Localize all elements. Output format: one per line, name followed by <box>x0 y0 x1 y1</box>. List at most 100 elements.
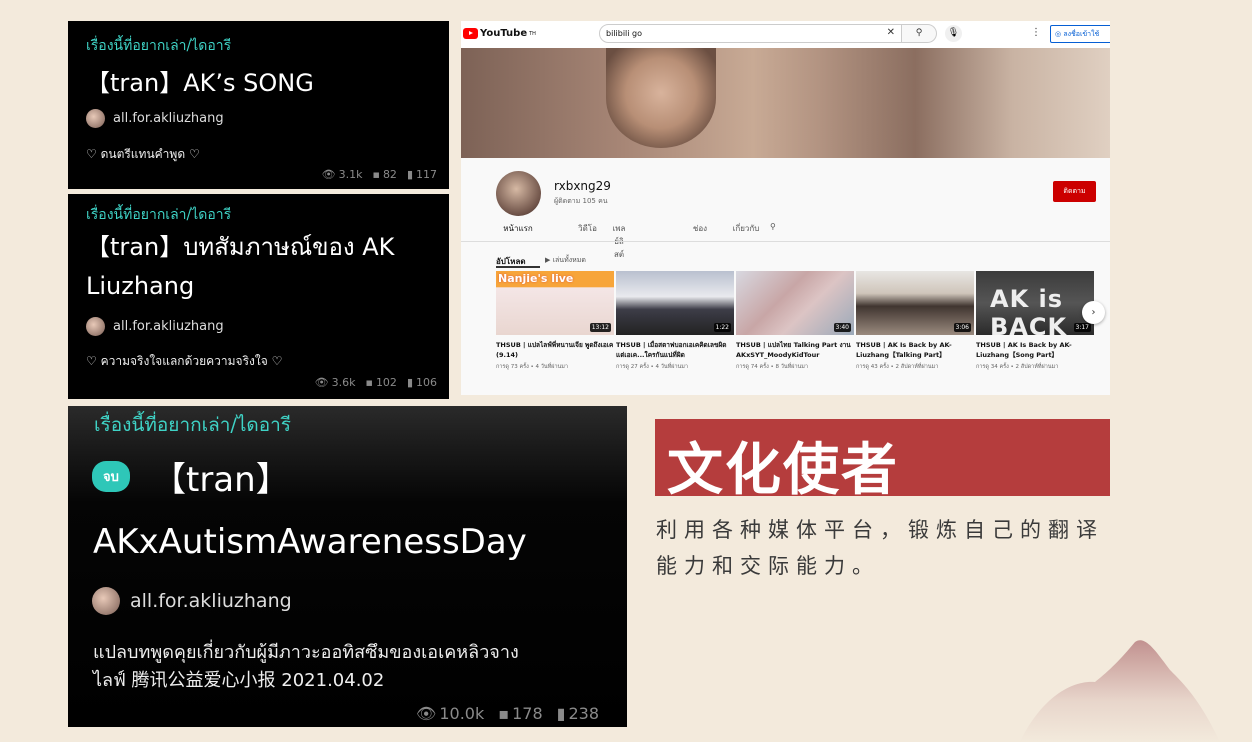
card-stats: 👁 10.0k ▪ 178 ▮ 238 <box>416 704 599 723</box>
book-icon: ▮ <box>556 704 566 723</box>
card-author[interactable]: all.for.akliuzhang <box>92 587 292 615</box>
youtube-topbar: YouTube TH bilibili go ✕ ⚲ 🎙 ⋮ ◎ ลงชื่อเ… <box>461 21 1110 48</box>
video-meta: การดู 43 ครั้ง • 2 สัปดาห์ที่ผ่านมา <box>856 364 939 370</box>
card-stats: 👁 3.1k ▪ 82 ▮ 117 <box>322 168 437 181</box>
video-item[interactable]: Nanjie's live 13:12 THSUB | แปลไลฟ์พี่หนา… <box>496 271 614 371</box>
card-category: เรื่องนี้ที่อยากเล่า/ไดอารี <box>86 38 232 54</box>
chevron-right-icon[interactable]: › <box>1082 301 1105 324</box>
views-stat: 👁 3.6k <box>314 376 356 389</box>
video-meta: การดู 73 ครั้ง • 4 วันที่ผ่านมา <box>496 364 569 370</box>
author-name: all.for.akliuzhang <box>113 111 224 126</box>
play-icon: ▶ <box>545 256 551 264</box>
envoy-title: 文化使者 <box>667 438 899 503</box>
video-thumbnail[interactable]: Nanjie's live 13:12 <box>496 271 614 335</box>
story-card-autism-awareness[interactable]: เรื่องนี้ที่อยากเล่า/ไดอารี จบ 【tran】 AK… <box>68 406 627 727</box>
card-title: 【tran】บทสัมภาษณ์ของ AK Liuzhang <box>86 233 395 300</box>
youtube-channel-screenshot: YouTube TH bilibili go ✕ ⚲ 🎙 ⋮ ◎ ลงชื่อเ… <box>461 21 1110 395</box>
channel-avatar[interactable] <box>496 171 541 216</box>
card-description: ♡ ดนตรีแทนคำพูด ♡ <box>86 147 200 161</box>
envoy-description: 利用各种媒体平台，锻炼自己的翻译能力和交际能力。 <box>656 518 1104 578</box>
tab-divider <box>461 241 1110 242</box>
youtube-logo[interactable]: YouTube TH <box>463 28 536 39</box>
avatar <box>92 587 120 615</box>
author-name: all.for.akliuzhang <box>113 319 224 334</box>
story-card-aks-song[interactable]: เรื่องนี้ที่อยากเล่า/ไดอารี 【tran】AK’s S… <box>68 21 449 189</box>
close-icon[interactable]: ✕ <box>887 27 895 38</box>
views-stat: 👁 10.0k <box>416 704 485 723</box>
card-author[interactable]: all.for.akliuzhang <box>86 109 224 128</box>
card-category: เรื่องนี้ที่อยากเล่า/ไดอารี <box>94 414 292 436</box>
video-title[interactable]: THSUB | แปลไทย Talking Part งาน AKxSYT_M… <box>736 340 854 360</box>
eye-icon: 👁 <box>321 168 336 181</box>
comments-stat: ▪ 178 <box>498 704 543 723</box>
video-title[interactable]: THSUB | เมื่อสตาฟบอกเอเคคิดเลขผิด แต่เอเ… <box>616 340 734 360</box>
comments-stat: ▪ 82 <box>372 168 397 181</box>
views-stat: 👁 3.1k <box>321 168 363 181</box>
comment-icon: ▪ <box>498 704 510 723</box>
video-duration: 3:17 <box>1073 323 1091 332</box>
video-thumbnail[interactable]: 1:22 <box>616 271 734 335</box>
subscribe-button[interactable]: ติดตาม <box>1053 181 1096 202</box>
comments-stat: ▪ 102 <box>365 376 397 389</box>
completed-badge: จบ <box>92 461 130 492</box>
video-thumbnail[interactable]: 3:06 <box>856 271 974 335</box>
mountain-decoration <box>1020 640 1220 742</box>
tab-playlists[interactable]: เพลย์ลิสต์ <box>612 222 626 268</box>
eye-icon: 👁 <box>416 704 437 723</box>
search-icon[interactable]: ⚲ <box>770 222 776 268</box>
video-thumbnail[interactable]: 3:40 <box>736 271 854 335</box>
subscriber-count: ผู้ติดตาม 105 คน <box>554 197 608 205</box>
video-item[interactable]: 3:40 THSUB | แปลไทย Talking Part งาน AKx… <box>736 271 854 371</box>
sign-in-button[interactable]: ◎ ลงชื่อเข้าใช้ <box>1050 25 1110 43</box>
video-thumbnail[interactable]: AK is BACK 3:17 <box>976 271 1094 335</box>
video-item[interactable]: 1:22 THSUB | เมื่อสตาฟบอกเอเคคิดเลขผิด แ… <box>616 271 734 371</box>
channel-banner <box>461 48 1110 158</box>
description-line1: แปลบทพูดคุยเกี่ยวกับผู้มีภาวะออทิสซึมของ… <box>93 642 519 663</box>
book-icon: ▮ <box>406 376 413 389</box>
description-line2: ไลฟ์ 腾讯公益爱心小报 2021.04.02 <box>93 670 385 691</box>
pages-stat: ▮ 106 <box>406 376 437 389</box>
uploads-heading: อัปโหลด <box>496 257 526 266</box>
video-duration: 3:06 <box>953 323 971 332</box>
story-card-interview[interactable]: เรื่องนี้ที่อยากเล่า/ไดอารี 【tran】บทสัมภ… <box>68 194 449 399</box>
book-icon: ▮ <box>406 168 413 181</box>
channel-name: rxbxng29 <box>554 179 611 193</box>
comment-icon: ▪ <box>372 168 380 181</box>
video-item[interactable]: 3:06 THSUB | AK Is Back by AK-Liuzhang【T… <box>856 271 974 371</box>
avatar <box>86 317 105 336</box>
video-meta: การดู 34 ครั้ง • 2 สัปดาห์ที่ผ่านมา <box>976 364 1059 370</box>
author-name: all.for.akliuzhang <box>130 590 292 612</box>
card-author[interactable]: all.for.akliuzhang <box>86 317 224 336</box>
pages-stat: ▮ 238 <box>556 704 599 723</box>
channel-tabs: หน้าแรก วิดีโอ เพลย์ลิสต์ ช่อง เกี่ยวกับ… <box>496 222 776 268</box>
card-title-line2: AKxAutismAwarenessDay <box>93 522 527 562</box>
avatar <box>86 109 105 128</box>
card-category: เรื่องนี้ที่อยากเล่า/ไดอารี <box>86 207 232 223</box>
card-description: แปลบทพูดคุยเกี่ยวกับผู้มีภาวะออทิสซึมของ… <box>93 639 613 695</box>
more-options-icon[interactable]: ⋮ <box>1031 27 1041 38</box>
card-title: 【tran】AK’s SONG <box>86 69 314 97</box>
comment-icon: ▪ <box>365 376 373 389</box>
mic-icon: 🎙 <box>947 28 960 38</box>
search-input[interactable]: bilibili go ✕ <box>599 24 902 43</box>
video-title[interactable]: THSUB | แปลไลฟ์พี่หนานเจีย พูดถึงเอเค (9… <box>496 340 614 360</box>
culture-envoy-banner: 文化使者 <box>655 419 1110 503</box>
search-button[interactable]: ⚲ <box>902 24 937 43</box>
video-duration: 1:22 <box>713 323 731 332</box>
card-stats: 👁 3.6k ▪ 102 ▮ 106 <box>315 376 437 389</box>
video-duration: 13:12 <box>589 323 611 332</box>
card-title-line1: 【tran】 <box>152 460 290 500</box>
video-title[interactable]: THSUB | AK Is Back by AK-Liuzhang【Talkin… <box>856 340 974 360</box>
mic-button[interactable]: 🎙 <box>945 25 962 42</box>
tab-about[interactable]: เกี่ยวกับ <box>716 222 776 268</box>
user-icon: ◎ <box>1055 30 1062 38</box>
pages-stat: ▮ 117 <box>406 168 437 181</box>
play-all-button[interactable]: ▶ เล่นทั้งหมด <box>545 255 586 266</box>
video-row: Nanjie's live 13:12 THSUB | แปลไลฟ์พี่หนา… <box>496 271 1094 371</box>
video-meta: การดู 27 ครั้ง • 4 วันที่ผ่านมา <box>616 364 689 370</box>
video-meta: การดู 74 ครั้ง • 8 วันที่ผ่านมา <box>736 364 809 370</box>
video-duration: 3:40 <box>833 323 851 332</box>
video-title[interactable]: THSUB | AK Is Back by AK-Liuzhang【Song P… <box>976 340 1094 360</box>
video-item[interactable]: AK is BACK 3:17 THSUB | AK Is Back by AK-… <box>976 271 1094 371</box>
search-icon: ⚲ <box>915 28 923 38</box>
